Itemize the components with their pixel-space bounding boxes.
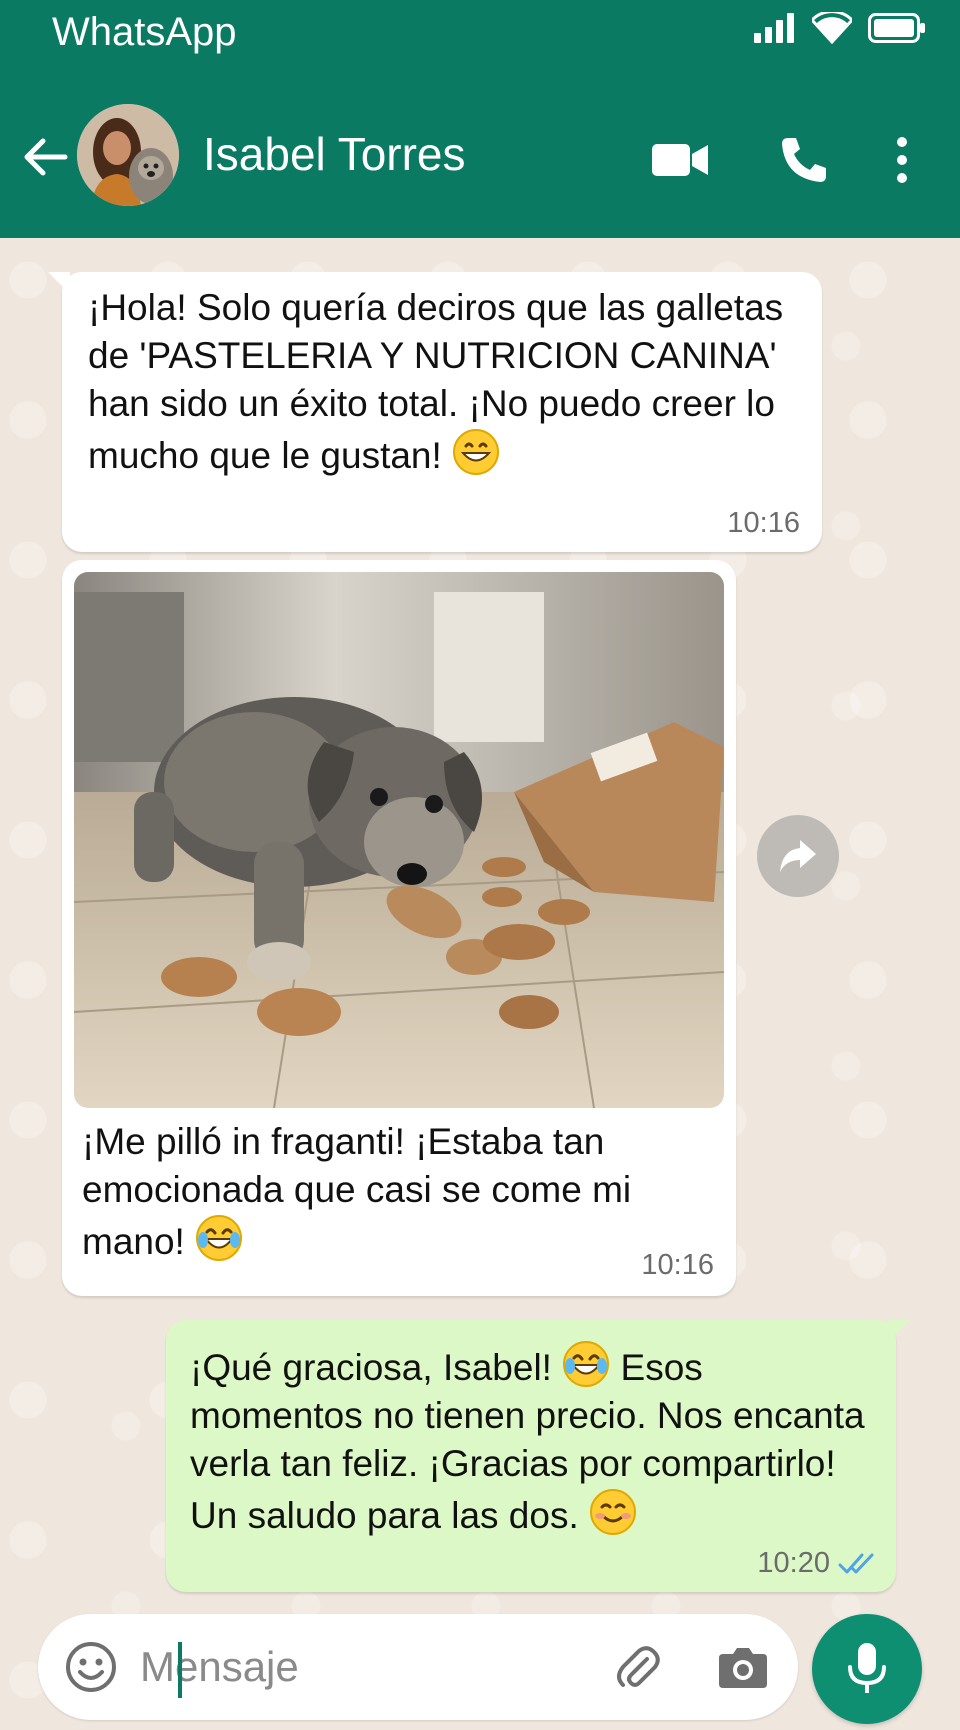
forward-arrow-icon xyxy=(780,840,816,872)
more-options-button[interactable] xyxy=(878,128,926,192)
back-button[interactable] xyxy=(18,130,72,184)
message-text-start: ¡Qué graciosa, Isabel! xyxy=(190,1347,552,1388)
contact-avatar[interactable] xyxy=(77,104,179,206)
contact-name[interactable]: Isabel Torres xyxy=(203,124,466,184)
message-caption-body: ¡Me pilló in fraganti! ¡Estaba tan emoci… xyxy=(82,1121,632,1262)
shared-photo[interactable] xyxy=(74,572,724,1108)
message-text-body: ¡Hola! Solo quería deciros que las galle… xyxy=(88,287,784,476)
chat-header: Isabel Torres xyxy=(0,100,960,210)
microphone-icon xyxy=(848,1643,886,1693)
voice-call-button[interactable] xyxy=(772,128,836,192)
camera-button[interactable] xyxy=(714,1638,772,1696)
message-bubble-incoming[interactable]: ¡Hola! Solo quería deciros que las galle… xyxy=(48,272,822,552)
voice-message-button[interactable] xyxy=(812,1614,922,1724)
bubble-tail xyxy=(888,1320,910,1342)
video-call-button[interactable] xyxy=(648,128,712,192)
phone-icon xyxy=(782,138,826,182)
smiley-icon xyxy=(66,1642,116,1692)
status-icons xyxy=(752,10,926,46)
text-cursor xyxy=(178,1642,182,1698)
attach-button[interactable] xyxy=(608,1638,666,1696)
tears-of-joy-emoji-icon xyxy=(563,1341,610,1387)
avatar-image xyxy=(77,104,179,206)
message-bubble-incoming-image[interactable]: ¡Me pilló in fraganti! ¡Estaba tan emoci… xyxy=(62,560,736,1296)
grinning-face-emoji-icon xyxy=(453,429,500,475)
message-composer xyxy=(38,1614,798,1720)
message-text: ¡Qué graciosa, Isabel! Esos momentos no … xyxy=(190,1340,880,1540)
battery-icon xyxy=(868,13,925,43)
emoji-button[interactable] xyxy=(62,1638,120,1696)
bubble-tail xyxy=(48,272,70,294)
message-bubble-outgoing[interactable]: ¡Qué graciosa, Isabel! Esos momentos no … xyxy=(166,1320,910,1592)
camera-icon xyxy=(719,1648,767,1688)
paperclip-icon xyxy=(617,1646,660,1687)
back-arrow-icon xyxy=(24,138,68,176)
app-top-bar: WhatsApp Isabel Torres xyxy=(0,0,960,238)
message-time: 10:16 xyxy=(641,1249,714,1281)
video-camera-icon xyxy=(652,144,708,176)
read-receipt-icon xyxy=(838,1553,874,1573)
smiling-face-emoji-icon xyxy=(590,1489,637,1535)
wifi-icon xyxy=(812,12,852,44)
message-text: ¡Hola! Solo quería deciros que las galle… xyxy=(88,284,808,480)
status-app-name: WhatsApp xyxy=(52,10,237,54)
forward-button[interactable] xyxy=(757,815,839,897)
message-input[interactable] xyxy=(138,1636,582,1698)
message-time: 10:16 xyxy=(727,507,800,539)
signal-icon xyxy=(754,13,794,43)
message-time: 10:20 xyxy=(757,1547,878,1580)
more-vertical-icon xyxy=(897,137,907,183)
message-time-value: 10:20 xyxy=(757,1547,830,1579)
dog-photo-image xyxy=(74,572,724,1108)
message-caption: ¡Me pilló in fraganti! ¡Estaba tan emoci… xyxy=(82,1118,712,1266)
tears-of-joy-emoji-icon xyxy=(196,1215,243,1261)
